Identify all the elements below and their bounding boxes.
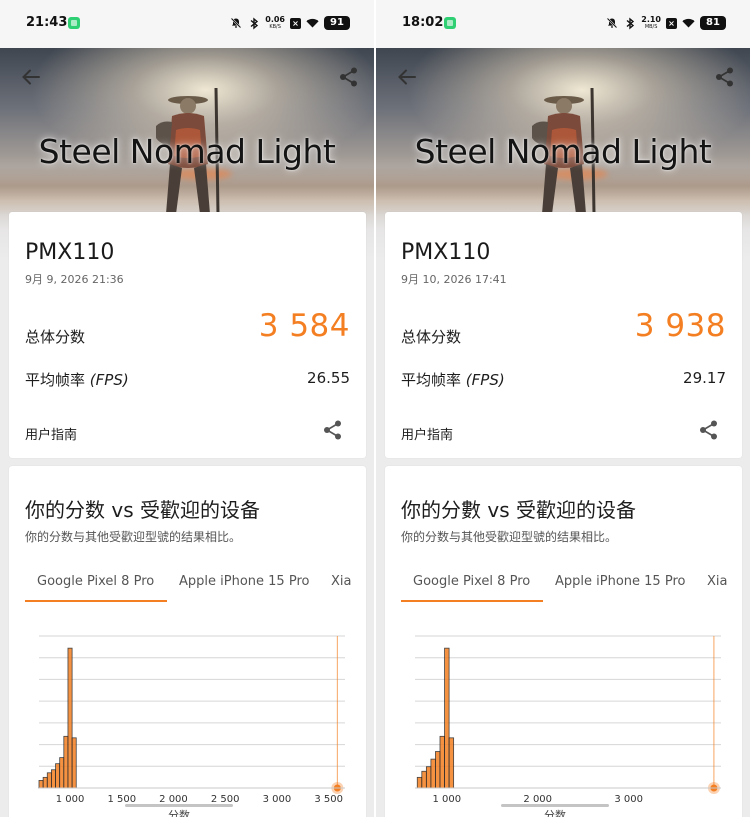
histogram-bar xyxy=(38,779,44,789)
share-icon[interactable] xyxy=(714,66,736,88)
bluetooth-icon xyxy=(247,17,260,30)
score-distribution-chart: 1 000 2 000 3 000 分数 xyxy=(415,635,721,817)
overall-score-value: 3 938 xyxy=(634,308,726,344)
histogram-bar xyxy=(59,757,65,789)
x-app-icon: × xyxy=(290,17,301,29)
user-guide-link[interactable]: 用户指南 xyxy=(25,424,77,443)
status-time: 21:43 xyxy=(26,15,68,30)
x-app-icon: × xyxy=(666,17,677,29)
histogram-bar xyxy=(435,751,441,789)
network-speed: 2.10 MB/S xyxy=(641,15,661,30)
histogram-bar xyxy=(42,776,48,789)
histogram-bar xyxy=(51,769,56,789)
app-notification-icon xyxy=(444,17,456,29)
status-time: 18:02 xyxy=(402,15,444,30)
histogram-bar xyxy=(444,647,450,789)
result-card: PMX110 9月 9, 2026 21:36 总体分数 3 584 平均帧率 … xyxy=(9,212,366,458)
tab-apple-iphone-15-pro[interactable]: Apple iPhone 15 Pro xyxy=(179,566,309,604)
share-icon[interactable] xyxy=(338,66,360,88)
device-tabs: Google Pixel 8 Pro Apple iPhone 15 Pro X… xyxy=(25,566,366,604)
wifi-icon xyxy=(682,17,695,30)
wifi-icon xyxy=(306,17,319,30)
hero-title: Steel Nomad Light xyxy=(38,132,336,171)
x-tick-label: 2 000 xyxy=(523,794,552,805)
x-tick-label: 1 000 xyxy=(432,794,461,805)
tab-google-pixel-8-pro[interactable]: Google Pixel 8 Pro xyxy=(413,566,530,604)
network-speed: 0.06 KB/S xyxy=(265,15,285,30)
comparison-card: 你的分數 vs 受歡迎的设备 你的分数与其他受歡迎型號的结果相比。 Google… xyxy=(385,466,742,817)
comparison-title: 你的分數 vs 受歡迎的设备 xyxy=(401,498,636,522)
histogram-bar xyxy=(55,763,61,789)
overall-score-value: 3 584 xyxy=(258,308,350,344)
avg-fps-label: 平均帧率 (FPS) xyxy=(25,371,129,389)
histogram-bar xyxy=(67,647,73,789)
screen-right: 18:02 2.10 MB/S × 81 Steel Nomad Light P… xyxy=(376,0,750,817)
battery-level: 81 xyxy=(700,16,726,30)
status-bar: 18:02 2.10 MB/S × 81 xyxy=(376,0,750,48)
x-tick-label: 3 000 xyxy=(614,794,643,805)
overall-score-label: 总体分数 xyxy=(401,328,462,346)
x-tick-label: 3 000 xyxy=(263,794,292,805)
back-arrow-icon[interactable] xyxy=(396,66,418,88)
comparison-title: 你的分数 vs 受歡迎的设备 xyxy=(25,498,260,522)
device-name: PMX110 xyxy=(25,240,115,265)
test-datetime: 9月 9, 2026 21:36 xyxy=(25,273,124,286)
device-name: PMX110 xyxy=(401,240,491,265)
avg-fps-value: 29.17 xyxy=(683,369,726,387)
histogram-bar xyxy=(439,735,445,789)
comparison-subtitle: 你的分数与其他受歡迎型號的结果相比。 xyxy=(401,530,618,544)
user-guide-link[interactable]: 用户指南 xyxy=(401,424,453,443)
device-tabs: Google Pixel 8 Pro Apple iPhone 15 Pro X… xyxy=(401,566,742,604)
hero-title: Steel Nomad Light xyxy=(414,132,712,171)
x-axis-label: 分数 xyxy=(168,809,190,817)
histogram-bar xyxy=(421,770,427,789)
back-arrow-icon[interactable] xyxy=(20,66,42,88)
tab-xiaomi[interactable]: Xia xyxy=(707,566,727,604)
mute-bell-icon xyxy=(605,17,618,30)
tab-active-indicator xyxy=(401,600,543,602)
histogram-bar xyxy=(71,737,77,789)
histogram-bar xyxy=(430,758,436,789)
scroll-indicator xyxy=(501,804,609,807)
avg-fps-value: 26.55 xyxy=(307,369,350,387)
tab-active-indicator xyxy=(25,600,167,602)
scroll-indicator xyxy=(125,804,233,807)
histogram-bar xyxy=(448,737,455,789)
app-notification-icon xyxy=(68,17,80,29)
share-icon[interactable] xyxy=(698,419,720,441)
histogram-bar xyxy=(46,772,52,789)
tab-xiaomi[interactable]: Xia xyxy=(331,566,351,604)
x-tick-label: 1 000 xyxy=(56,794,85,805)
avg-fps-label: 平均帧率 (FPS) xyxy=(401,371,505,389)
comparison-subtitle: 你的分数与其他受歡迎型號的结果相比。 xyxy=(25,530,242,544)
histogram-bar xyxy=(63,735,69,789)
screen-left: 21:43 0.06 KB/S × 91 Steel Nomad Light P… xyxy=(0,0,374,817)
battery-level: 91 xyxy=(324,16,350,30)
mute-bell-icon xyxy=(229,17,242,30)
score-distribution-chart: 1 000 1 500 2 000 2 500 3 000 3 500 分数 xyxy=(38,635,345,817)
x-tick-label: 2 500 xyxy=(211,794,240,805)
result-card: PMX110 9月 10, 2026 17:41 总体分数 3 938 平均帧率… xyxy=(385,212,742,458)
comparison-card: 你的分数 vs 受歡迎的设备 你的分数与其他受歡迎型號的结果相比。 Google… xyxy=(9,466,366,817)
overall-score-label: 总体分数 xyxy=(25,328,86,346)
share-icon[interactable] xyxy=(322,419,344,441)
x-tick-label: 1 500 xyxy=(107,794,136,805)
tab-apple-iphone-15-pro[interactable]: Apple iPhone 15 Pro xyxy=(555,566,685,604)
status-bar: 21:43 0.06 KB/S × 91 xyxy=(0,0,374,48)
test-datetime: 9月 10, 2026 17:41 xyxy=(401,273,507,286)
histogram-bar xyxy=(425,766,432,789)
histogram-bar xyxy=(416,776,423,789)
tab-google-pixel-8-pro[interactable]: Google Pixel 8 Pro xyxy=(37,566,154,604)
x-tick-label: 2 000 xyxy=(159,794,188,805)
bluetooth-icon xyxy=(623,17,636,30)
x-axis-label: 分数 xyxy=(544,809,566,817)
x-tick-label: 3 500 xyxy=(314,794,343,805)
